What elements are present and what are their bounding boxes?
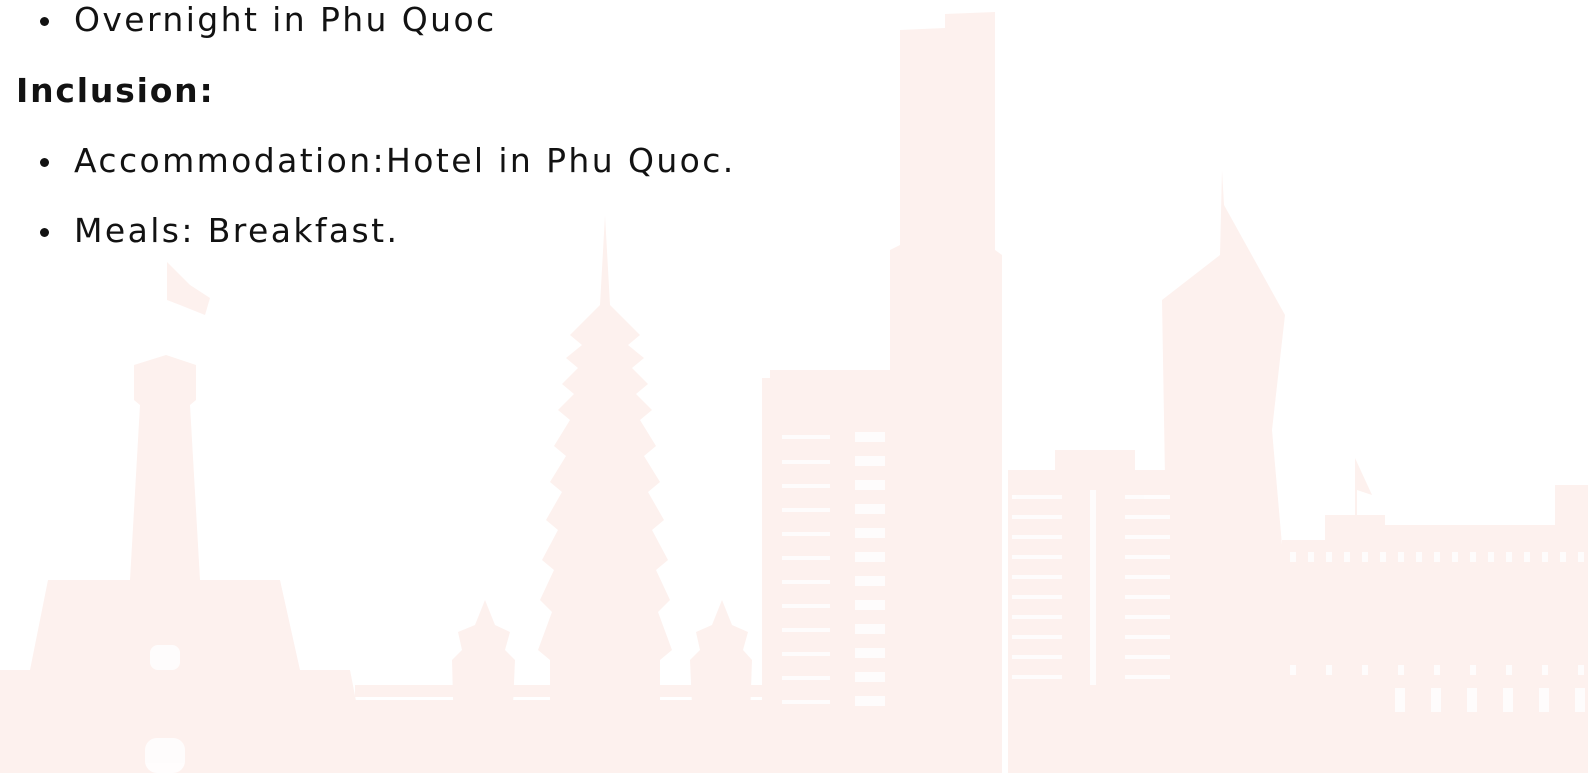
overnight-item-text: Overnight in Phu Quoc: [74, 0, 497, 39]
list-item: Accommodation:Hotel in Phu Quoc.: [16, 141, 1588, 181]
meals-item-text: Meals: Breakfast.: [74, 211, 400, 250]
accommodation-item-text: Accommodation:Hotel in Phu Quoc.: [74, 141, 736, 180]
inclusion-list: Accommodation:Hotel in Phu Quoc. Meals: …: [16, 141, 1588, 251]
bullet-icon: [40, 17, 49, 26]
overnight-list: Overnight in Phu Quoc: [16, 0, 1588, 40]
bullet-icon: [40, 228, 49, 237]
list-item: Meals: Breakfast.: [16, 211, 1588, 251]
bullet-icon: [40, 158, 49, 167]
list-item: Overnight in Phu Quoc: [16, 0, 1588, 40]
itinerary-content: Overnight in Phu Quoc Inclusion: Accommo…: [0, 0, 1588, 251]
inclusion-heading: Inclusion:: [16, 71, 215, 110]
itinerary-page: Overnight in Phu Quoc Inclusion: Accommo…: [0, 0, 1588, 773]
